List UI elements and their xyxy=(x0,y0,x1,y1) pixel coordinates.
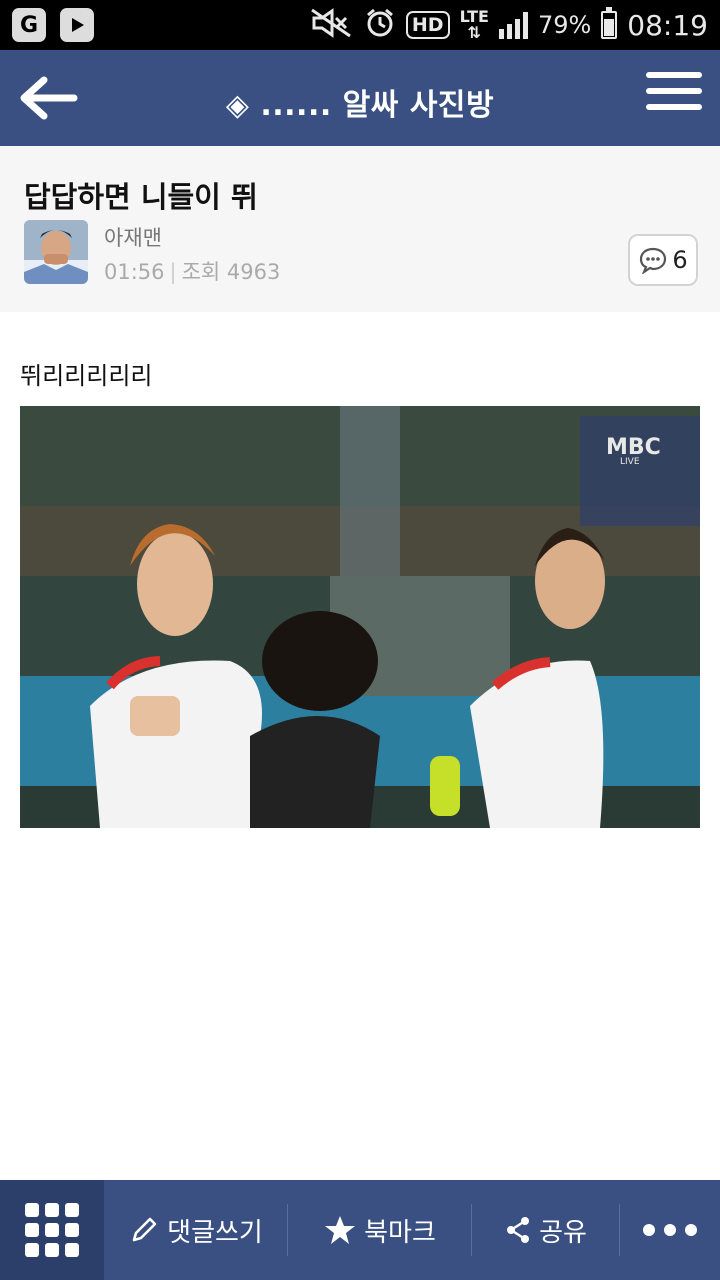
play-app-icon xyxy=(60,8,94,42)
g-app-icon: G xyxy=(12,8,46,42)
comment-count: 6 xyxy=(672,246,688,274)
write-comment-button[interactable]: 댓글쓰기 xyxy=(104,1180,288,1280)
post-body-text: 뛰리리리리리 xyxy=(20,362,153,390)
app-header: ◈ ...... 알싸 사진방 xyxy=(0,50,720,146)
divider: | xyxy=(169,260,177,284)
share-icon xyxy=(507,1217,530,1243)
broadcast-logo-sub: LIVE xyxy=(620,457,640,467)
more-dots-icon xyxy=(643,1224,697,1236)
post-title: 답답하면 니들이 뛰 xyxy=(24,180,258,214)
post-image[interactable]: MBC LIVE xyxy=(20,406,700,828)
apps-grid-icon xyxy=(25,1203,79,1257)
more-button[interactable] xyxy=(620,1180,720,1280)
battery-percent: 79% xyxy=(537,11,592,39)
comment-bubble-icon xyxy=(640,247,667,274)
write-comment-label: 댓글쓰기 xyxy=(167,1217,263,1248)
battery-icon xyxy=(601,7,618,39)
menu-button[interactable] xyxy=(646,72,702,124)
lte-icon: LTE ⇅ xyxy=(459,7,489,42)
pencil-icon xyxy=(132,1217,157,1242)
star-icon xyxy=(325,1216,356,1244)
post-time-views: 01:56 | 조회 4963 xyxy=(104,256,280,286)
apps-grid-button[interactable] xyxy=(0,1180,104,1280)
author-name[interactable]: 아재맨 xyxy=(104,222,162,252)
post-time: 01:56 xyxy=(104,260,165,284)
bookmark-button[interactable]: 북마크 xyxy=(288,1180,472,1280)
board-title: ◈ ...... 알싸 사진방 xyxy=(225,88,495,123)
view-count: 조회 4963 xyxy=(181,260,281,284)
signal-icon xyxy=(498,11,528,39)
mute-icon xyxy=(308,8,354,42)
share-button[interactable]: 공유 xyxy=(472,1180,620,1280)
hd-voice-icon: HD xyxy=(405,11,450,39)
status-bar: G HD LTE ⇅ 79% 08:19 xyxy=(0,0,720,50)
avatar[interactable] xyxy=(24,220,88,284)
alarm-icon xyxy=(364,7,396,43)
share-label: 공유 xyxy=(539,1217,587,1248)
bottom-toolbar: 댓글쓰기 북마크 공유 xyxy=(0,1180,720,1280)
post-header: 답답하면 니들이 뛰 아재맨 01:56 | 조회 4963 6 xyxy=(0,146,720,312)
comment-count-button[interactable]: 6 xyxy=(628,234,698,286)
hamburger-menu-icon xyxy=(646,72,702,110)
bookmark-label: 북마크 xyxy=(364,1217,436,1248)
clock: 08:19 xyxy=(627,8,708,42)
